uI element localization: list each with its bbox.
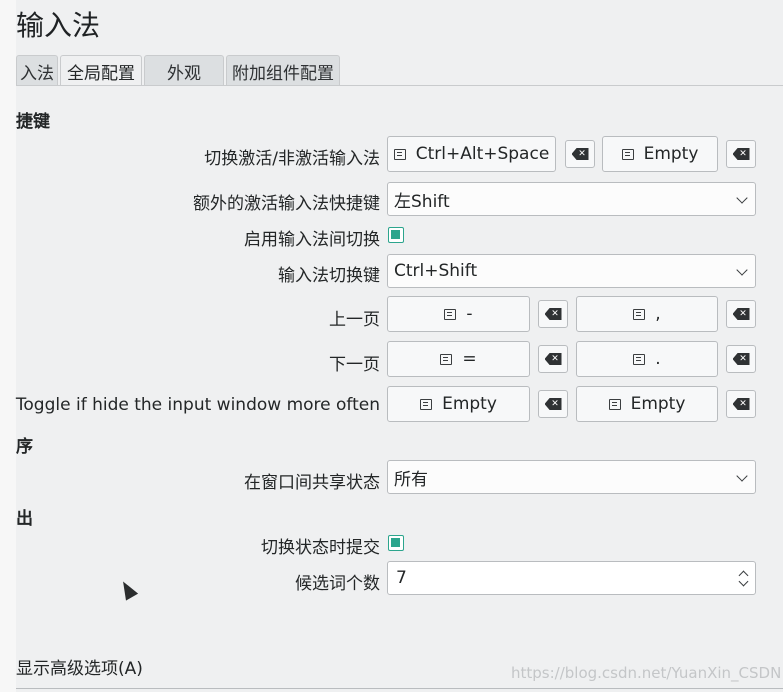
backspace-clear-icon: ✕ — [544, 353, 562, 365]
toggle-hide-key2-text: Empty — [630, 394, 686, 414]
trigger-label: 切换激活/非激活输入法 — [204, 149, 380, 169]
toggle-hide-key2-button[interactable]: Empty — [576, 386, 718, 422]
tab-addon-config[interactable]: 附加组件配置 — [226, 55, 340, 86]
next-page-key1-button[interactable]: = — [387, 341, 530, 377]
left-strip — [0, 0, 16, 692]
next-page-key1-text: = — [462, 349, 477, 369]
switch-key-value: Ctrl+Shift — [394, 261, 478, 281]
tab-bar: 入法 全局配置 外观 附加组件配置 — [16, 55, 342, 86]
show-advanced-toggle[interactable]: 显示高级选项(A) — [16, 654, 143, 679]
chevron-down-icon — [736, 264, 748, 276]
trigger-key1-clear-button[interactable]: ✕ — [565, 140, 595, 168]
share-state-select[interactable]: 所有 — [387, 460, 756, 494]
keyboard-icon — [621, 148, 634, 160]
trigger-key2-text: Empty — [643, 144, 699, 164]
prev-page-key1-clear-button[interactable]: ✕ — [538, 300, 568, 328]
prev-page-key2-text: , — [655, 304, 661, 324]
window-title: 输入法 — [16, 9, 101, 42]
share-state-value: 所有 — [394, 469, 428, 490]
keyboard-icon — [440, 353, 453, 365]
backspace-clear-icon: ✕ — [732, 308, 750, 320]
section-program: 序 — [16, 437, 33, 457]
chevron-down-icon — [736, 192, 748, 204]
trigger-key1-button[interactable]: Ctrl+Alt+Space — [387, 136, 556, 172]
next-page-key1-clear-button[interactable]: ✕ — [538, 345, 568, 373]
switch-key-select[interactable]: Ctrl+Shift — [387, 254, 756, 288]
trigger-key2-button[interactable]: Empty — [602, 136, 718, 172]
extra-trigger-select[interactable]: 左Shift — [387, 182, 756, 216]
tab-global-config[interactable]: 全局配置 — [60, 55, 142, 86]
trigger-key1-text: Ctrl+Alt+Space — [415, 144, 550, 164]
backspace-clear-icon: ✕ — [732, 353, 750, 365]
prev-page-key1-button[interactable]: - — [387, 296, 530, 332]
next-page-key2-clear-button[interactable]: ✕ — [726, 345, 756, 373]
keyboard-icon — [393, 148, 406, 160]
prev-page-key2-clear-button[interactable]: ✕ — [726, 300, 756, 328]
backspace-clear-icon: ✕ — [544, 308, 562, 320]
section-output: 出 — [16, 509, 33, 529]
next-page-key2-text: . — [655, 349, 661, 369]
extra-trigger-label: 额外的激活输入法快捷键 — [193, 194, 380, 214]
next-page-key2-button[interactable]: . — [576, 341, 718, 377]
enable-switch-checkbox[interactable] — [388, 227, 404, 243]
divider — [16, 688, 783, 689]
toggle-hide-label: Toggle if hide the input window more oft… — [15, 395, 380, 415]
keyboard-icon — [420, 398, 433, 410]
toggle-hide-key2-clear-button[interactable]: ✕ — [726, 390, 756, 418]
keyboard-icon — [444, 308, 457, 320]
switch-key-label: 输入法切换键 — [278, 266, 380, 286]
extra-trigger-value: 左Shift — [394, 191, 450, 212]
trigger-key2-clear-button[interactable]: ✕ — [726, 140, 756, 168]
share-state-label: 在窗口间共享状态 — [244, 473, 380, 493]
tab-appearance[interactable]: 外观 — [144, 55, 224, 86]
backspace-clear-icon: ✕ — [571, 148, 589, 160]
backspace-clear-icon: ✕ — [732, 148, 750, 160]
chevron-down-icon — [736, 470, 748, 482]
commit-on-switch-label: 切换状态时提交 — [261, 538, 380, 558]
prev-page-key2-button[interactable]: , — [576, 296, 718, 332]
keyboard-icon — [608, 398, 621, 410]
next-page-label: 下一页 — [329, 355, 380, 375]
chevron-down-icon[interactable] — [738, 576, 749, 587]
keyboard-icon — [633, 308, 646, 320]
prev-page-label: 上一页 — [329, 310, 380, 330]
toggle-hide-key1-button[interactable]: Empty — [387, 386, 530, 422]
enable-switch-label: 启用输入法间切换 — [244, 230, 380, 250]
candidate-count-spinbox[interactable]: 7 — [387, 561, 756, 595]
prev-page-key1-text: - — [466, 304, 473, 324]
commit-on-switch-checkbox[interactable] — [388, 535, 404, 551]
tab-input-method[interactable]: 入法 — [16, 55, 58, 86]
toggle-hide-key1-text: Empty — [442, 394, 497, 414]
toggle-hide-key1-clear-button[interactable]: ✕ — [538, 390, 568, 418]
section-hotkeys: 捷键 — [16, 112, 50, 132]
backspace-clear-icon: ✕ — [544, 398, 562, 410]
keyboard-icon — [633, 353, 646, 365]
candidate-count-label: 候选词个数 — [295, 574, 380, 594]
candidate-count-value: 7 — [396, 568, 407, 588]
watermark: https://blog.csdn.net/YuanXin_CSDN — [511, 664, 782, 682]
backspace-clear-icon: ✕ — [732, 398, 750, 410]
